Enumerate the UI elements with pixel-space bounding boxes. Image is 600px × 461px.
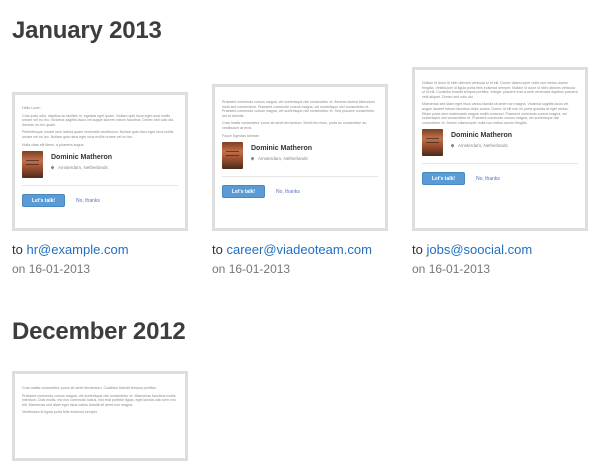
preview-paragraph: Praesent commodo cursus magna, vel scele… (222, 100, 375, 118)
lets-talk-button[interactable]: Let's talk! (222, 185, 265, 199)
recipient-email-link[interactable]: jobs@soocial.com (426, 242, 532, 257)
recipient-email-link[interactable]: hr@example.com (26, 242, 128, 257)
divider (422, 163, 578, 165)
sender-signature: Dominic Matheron Amsterdam, Netherlands (222, 142, 378, 170)
location-pin-icon (50, 165, 55, 170)
preview-paragraph: Nullam id dolor id nibh ultricies vehicu… (422, 81, 578, 99)
avatar (422, 129, 443, 157)
email-preview-card[interactable]: Hello Loren Cras justo odio, dapibus ac … (12, 92, 188, 231)
preview-paragraph: Cras justo odio, dapibus ac facilisis in… (22, 113, 175, 127)
month-heading-january-2013: January 2013 (12, 17, 162, 44)
sender-signature: Dominic Matheron Amsterdam, Netherlands (22, 151, 178, 179)
date-prefix: on (412, 262, 426, 276)
to-prefix: to (12, 242, 23, 257)
no-thanks-link[interactable]: No, thanks (76, 198, 100, 204)
email-preview-card[interactable]: Praesent commodo cursus magna, vel scele… (212, 84, 388, 231)
email-meta: to career@viadeoteam.com on 16-01-2013 (212, 242, 372, 277)
preview-paragraph: Vestibulum id ligula porta felis euismod… (22, 410, 98, 415)
sender-name: Dominic Matheron (451, 132, 513, 140)
to-prefix: to (212, 242, 223, 257)
date-prefix: on (212, 262, 226, 276)
month-heading-december-2012: December 2012 (12, 318, 186, 345)
divider (22, 185, 178, 187)
preview-paragraph: Pellentesque ornare sem lacinia quam ven… (22, 130, 174, 139)
sent-date: 16-01-2013 (228, 262, 291, 276)
sender-location: Amsterdam, Netherlands (458, 143, 508, 149)
email-preview-card[interactable]: Nullam id dolor id nibh ultricies vehicu… (412, 67, 588, 231)
lets-talk-button[interactable]: Let's talk! (22, 194, 65, 208)
sender-location: Amsterdam, Netherlands (258, 156, 308, 162)
avatar (222, 142, 243, 170)
sender-location: Amsterdam, Netherlands (58, 165, 108, 171)
preview-paragraph: Cras mattis consectetur purus sit amet f… (22, 386, 157, 390)
to-prefix: to (412, 242, 423, 257)
preview-paragraph: Maecenas sed diam eget risus varius blan… (422, 102, 569, 125)
email-meta: to hr@example.com on 16-01-2013 (12, 242, 129, 277)
email-meta: to jobs@soocial.com on 16-01-2013 (412, 242, 532, 277)
preview-paragraph: Nulla vitae elit libero, a pharetra augu… (22, 142, 85, 147)
divider (222, 176, 378, 178)
preview-paragraph: Praesent commodo cursus magna, vel scele… (22, 393, 177, 407)
no-thanks-link[interactable]: No, thanks (276, 189, 300, 195)
location-pin-icon (450, 143, 455, 148)
preview-paragraph: Cras mattis consectetur purus sit amet f… (222, 121, 368, 130)
email-preview-card[interactable]: Cras mattis consectetur purus sit amet f… (12, 371, 188, 461)
no-thanks-link[interactable]: No, thanks (476, 176, 500, 182)
sender-name: Dominic Matheron (251, 145, 313, 153)
sent-date: 16-01-2013 (28, 262, 91, 276)
preview-greeting: Hello Loren (22, 106, 41, 110)
sender-signature: Dominic Matheron Amsterdam, Netherlands (422, 129, 578, 157)
preview-paragraph: Fusce Egestas Aenean (222, 133, 259, 138)
sent-date: 16-01-2013 (428, 262, 491, 276)
date-prefix: on (12, 262, 26, 276)
recipient-email-link[interactable]: career@viadeoteam.com (226, 242, 371, 257)
lets-talk-button[interactable]: Let's talk! (422, 172, 465, 186)
avatar (22, 151, 43, 179)
location-pin-icon (250, 156, 255, 161)
sender-name: Dominic Matheron (51, 154, 113, 162)
